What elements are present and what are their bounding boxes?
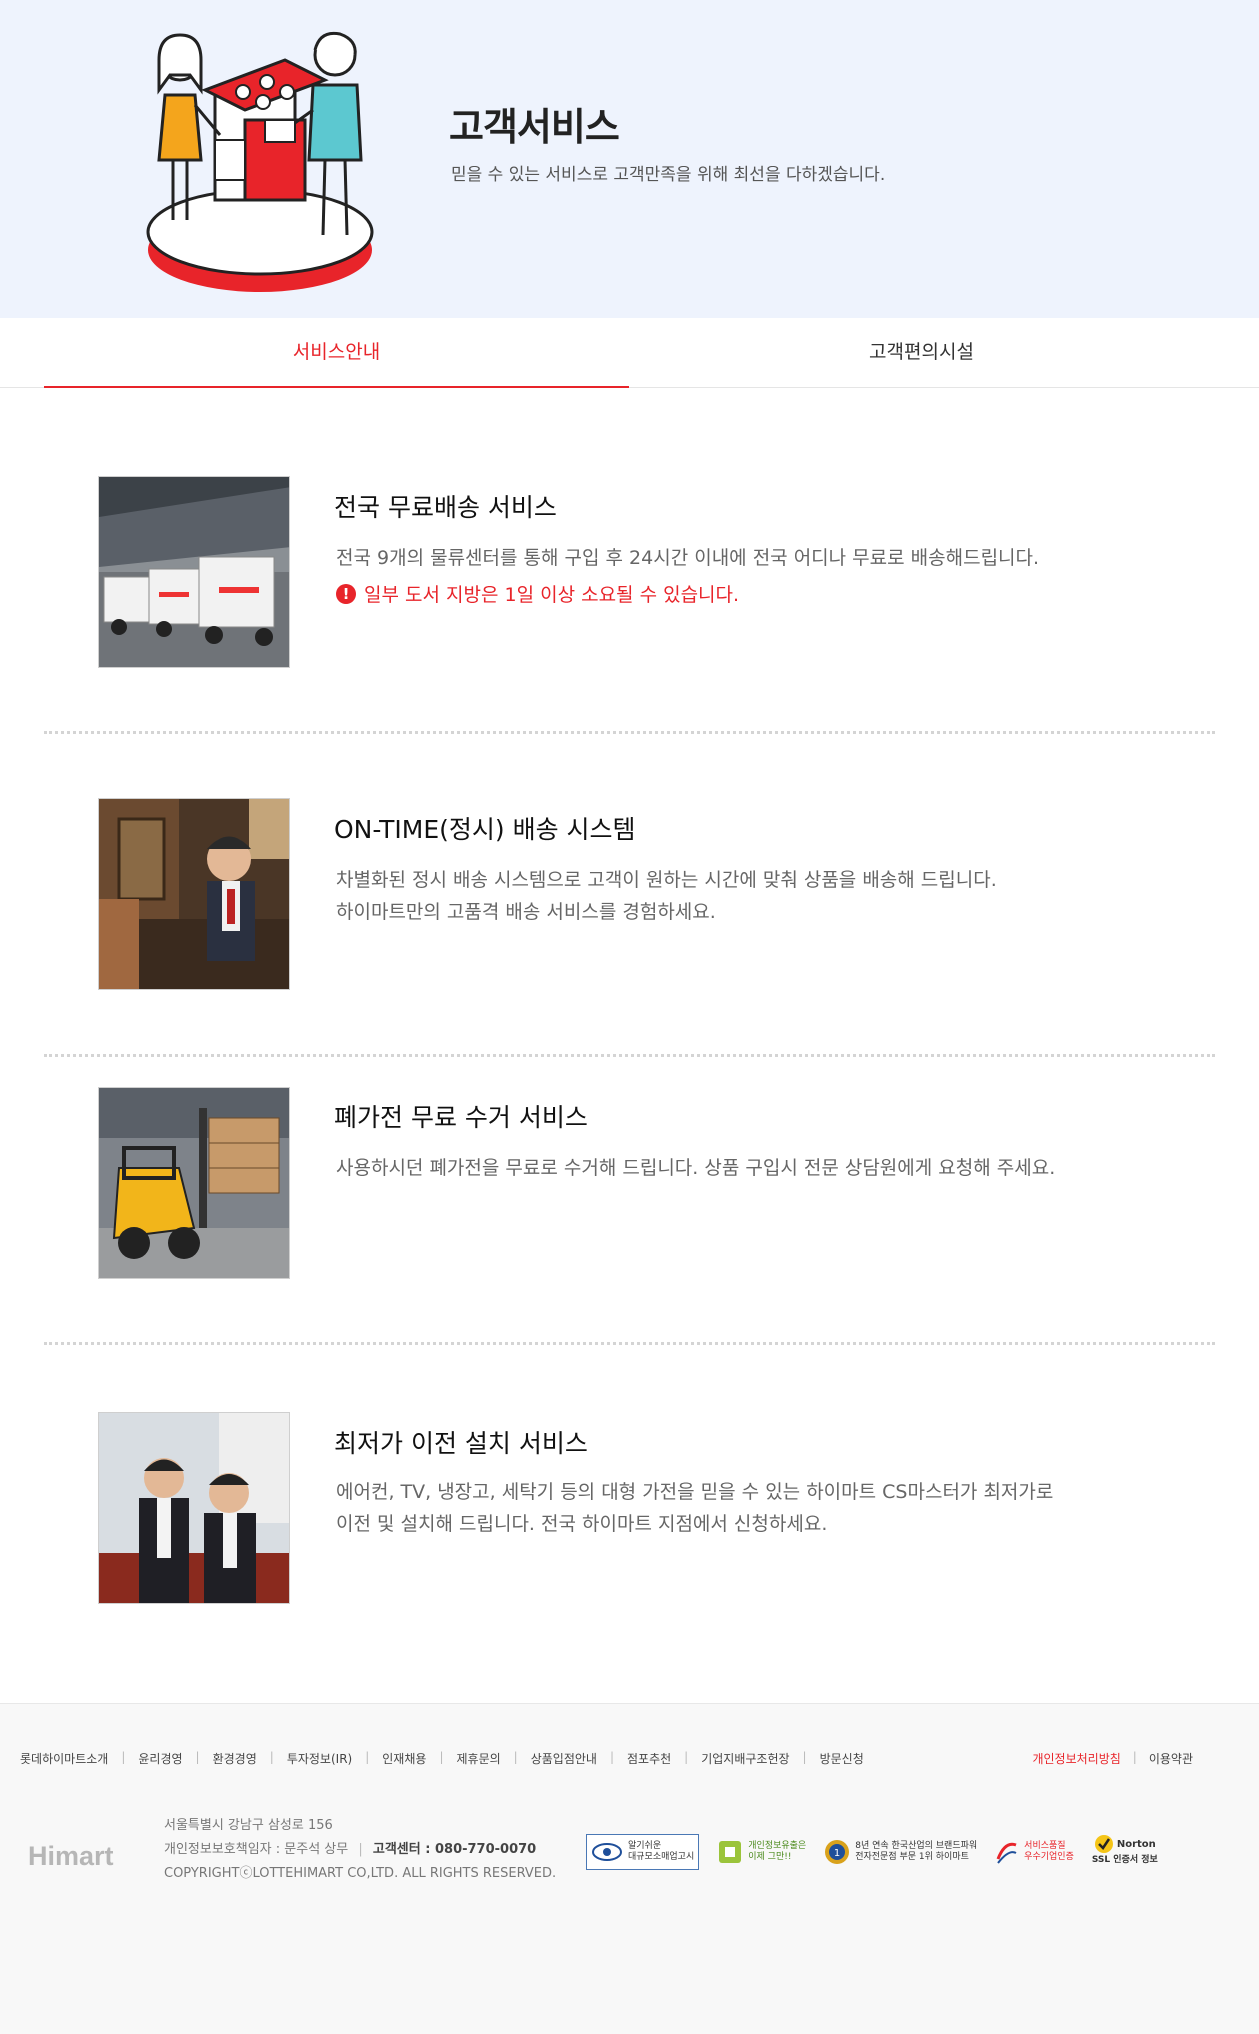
badge-service-quality[interactable]: 서비스품질 우수기업인증 xyxy=(995,1834,1074,1870)
hero-banner: 고객서비스 믿을 수 있는 서비스로 고객만족을 위해 최선을 다하겠습니다. xyxy=(0,0,1259,318)
footer-links: 롯데하이마트소개 | 윤리경영 | 환경경영 | 투자정보(IR) | 인재채용 | 제휴… xyxy=(20,1750,864,1767)
section-divider xyxy=(44,1054,1215,1057)
delivery-trucks-photo xyxy=(98,476,290,668)
privacy-officer-line: 개인정보보호책임자 : 문주석 상무 | 고객센터 : 080-770-0070 xyxy=(164,1842,537,1857)
shield-icon xyxy=(719,1841,742,1863)
section-divider xyxy=(44,731,1215,734)
certification-badges: 알기쉬운 대규모소매업고시 개인정보유출은 이제 그만!! 1 8년 연속 한국산업… xyxy=(586,1834,1158,1870)
tab-service-guide[interactable]: 서비스안내 xyxy=(44,318,629,388)
footer-link-about[interactable]: 롯데하이마트소개 xyxy=(20,1750,108,1767)
badge-norton-ssl[interactable]: Norton SSL 인증서 정보 xyxy=(1092,1834,1158,1870)
footer-link-environment[interactable]: 환경경영 xyxy=(213,1750,257,1767)
company-info: 서울특별시 강남구 삼성로 156 개인정보보호책임자 : 문주석 상무 | 고… xyxy=(164,1814,556,1886)
page-subtitle: 믿을 수 있는 서비스로 고객만족을 위해 최선을 다하겠습니다. xyxy=(451,165,886,185)
service-description: 사용하시던 폐가전을 무료로 수거해 드립니다. 상품 구입시 전문 상담원에게… xyxy=(336,1157,1056,1179)
footer-link-vendor[interactable]: 상품입점안내 xyxy=(531,1750,597,1767)
svg-text:1: 1 xyxy=(834,1848,840,1859)
customer-service-illustration xyxy=(146,31,374,292)
footer-link-careers[interactable]: 인재채용 xyxy=(382,1750,426,1767)
badge-brand-power[interactable]: 1 8년 연속 한국산업의 브랜드파워 전자전문점 부문 1위 하이마트 xyxy=(824,1834,977,1870)
footer-link-partnership[interactable]: 제휴문의 xyxy=(456,1750,500,1767)
service-title: 최저가 이전 설치 서비스 xyxy=(334,1429,588,1458)
footer-link-ethics[interactable]: 윤리경영 xyxy=(138,1750,182,1767)
forklift-photo xyxy=(98,1087,290,1279)
footer-link-ir[interactable]: 투자정보(IR) xyxy=(287,1750,352,1767)
footer-link-store-recommend[interactable]: 점포추천 xyxy=(627,1750,671,1767)
service-description: 전국 9개의 물류센터를 통해 구입 후 24시간 이내에 전국 어디나 무료로… xyxy=(336,547,1040,569)
badge-privacy-protection[interactable]: 개인정보유출은 이제 그만!! xyxy=(717,1834,806,1870)
himart-logo: Himart xyxy=(28,1841,114,1871)
swoosh-icon xyxy=(996,1842,1017,1864)
eye-icon xyxy=(592,1843,622,1861)
footer-policy-links: 개인정보처리방침 | 이용약관 xyxy=(1032,1750,1193,1767)
footer: 롯데하이마트소개 | 윤리경영 | 환경경영 | 투자정보(IR) | 인재채용 | 제휴… xyxy=(0,1703,1259,2034)
page-title: 고객서비스 xyxy=(449,105,620,149)
service-description-line2: 하이마트만의 고품격 배송 서비스를 경험하세요. xyxy=(336,901,716,923)
warning-text: 일부 도서 지방은 1일 이상 소요될 수 있습니다. xyxy=(364,584,740,606)
footer-link-terms[interactable]: 이용약관 xyxy=(1149,1750,1193,1767)
exclamation-icon: ! xyxy=(336,583,356,604)
service-title: 폐가전 무료 수거 서비스 xyxy=(334,1103,588,1132)
service-description-line1: 차별화된 정시 배송 시스템으로 고객이 원하는 시간에 맞춰 상품을 배송해 … xyxy=(336,869,997,891)
footer-link-visit[interactable]: 방문신청 xyxy=(820,1750,864,1767)
service-title: ON-TIME(정시) 배송 시스템 xyxy=(334,815,636,844)
section-divider xyxy=(44,1342,1215,1345)
tab-bar: 서비스안내 고객편의시설 xyxy=(0,318,1259,388)
privacy-officer: 개인정보보호책임자 : 문주석 상무 xyxy=(164,1842,349,1857)
service-warning: ! 일부 도서 지방은 1일 이상 소요될 수 있습니다. xyxy=(336,580,739,607)
checkmark-icon xyxy=(1094,1835,1113,1853)
service-title: 전국 무료배송 서비스 xyxy=(334,493,557,522)
service-description-line1: 에어컨, TV, 냉장고, 세탁기 등의 대형 가전을 믿을 수 있는 하이마트… xyxy=(336,1481,1054,1503)
medal-icon: 1 xyxy=(825,1840,850,1864)
badge-retail-notice[interactable]: 알기쉬운 대규모소매업고시 xyxy=(586,1834,700,1870)
company-address: 서울특별시 강남구 삼성로 156 xyxy=(164,1818,333,1833)
footer-link-privacy[interactable]: 개인정보처리방침 xyxy=(1032,1750,1120,1767)
customer-center: 고객센터 : 080-770-0070 xyxy=(372,1842,537,1857)
copyright: COPYRIGHTⓒLOTTEHIMART CO,LTD. ALL RIGHTS… xyxy=(164,1866,557,1881)
delivery-staff-photo xyxy=(98,798,290,990)
service-description-line2: 이전 및 설치해 드립니다. 전국 하이마트 지점에서 신청하세요. xyxy=(336,1513,828,1535)
cs-masters-photo xyxy=(98,1412,290,1604)
tab-customer-facilities[interactable]: 고객편의시설 xyxy=(629,318,1214,388)
footer-link-governance[interactable]: 기업지배구조헌장 xyxy=(701,1750,789,1767)
